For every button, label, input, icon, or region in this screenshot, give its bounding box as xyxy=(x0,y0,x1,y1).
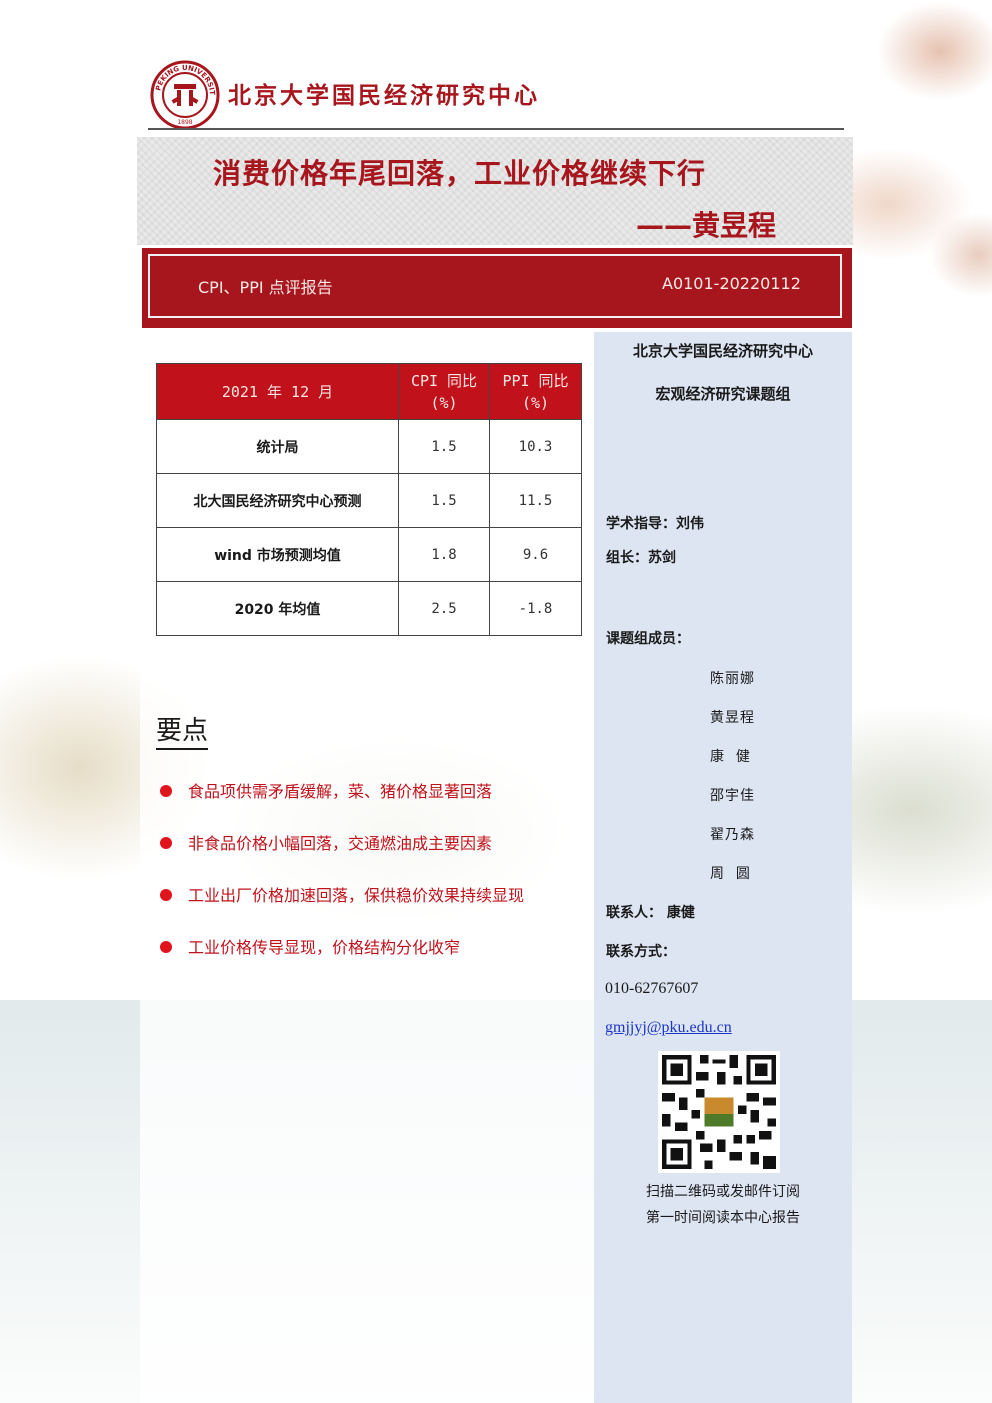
table-header-row: 2021 年 12 月 CPI 同比 (%) PPI 同比 (%) xyxy=(156,363,582,420)
sidebar-member: 邵宇佳 xyxy=(710,788,755,804)
sidebar-member: 周 圆 xyxy=(710,866,751,882)
table-row: 北大国民经济研究中心预测 1.5 11.5 xyxy=(156,473,582,528)
cpi-value: 1.5 xyxy=(398,473,490,528)
table-header-period: 2021 年 12 月 xyxy=(156,363,399,420)
bullet-dot-icon xyxy=(160,940,172,953)
cpi-value: 2.5 xyxy=(398,581,490,636)
report-code: A0101-20220112 xyxy=(662,274,801,293)
sidebar-leader: 组长：苏剑 xyxy=(606,550,676,566)
ppi-value: 9.6 xyxy=(489,527,582,582)
pku-seal-logo-icon: PEKING UNIVERSITY 1898 xyxy=(150,60,220,130)
key-point: 工业出厂价格加速回落，保供稳价效果持续显现 xyxy=(160,882,524,906)
row-label: 北大国民经济研究中心预测 xyxy=(156,473,399,528)
cpi-value: 1.5 xyxy=(398,419,490,474)
svg-text:1898: 1898 xyxy=(177,119,192,126)
ppi-value: 11.5 xyxy=(489,473,582,528)
cpi-value: 1.8 xyxy=(398,527,490,582)
sidebar-group: 宏观经济研究课题组 xyxy=(655,385,791,403)
table-row: 2020 年均值 2.5 -1.8 xyxy=(156,581,582,636)
bullet-dot-icon xyxy=(160,888,172,901)
org-title: 北京大学国民经济研究中心 xyxy=(228,82,540,109)
sidebar-member: 陈丽娜 xyxy=(710,671,755,687)
sidebar-contact: 联系人： 康健 xyxy=(606,905,695,921)
row-label: wind 市场预测均值 xyxy=(156,527,399,582)
report-title: 消费价格年尾回落，工业价格继续下行 xyxy=(213,157,707,190)
key-points-heading: 要点 xyxy=(156,710,209,750)
ppi-value: -1.8 xyxy=(489,581,582,636)
report-type: CPI、PPI 点评报告 xyxy=(198,278,333,297)
bullet-dot-icon xyxy=(160,836,172,849)
sidebar-scan-line1: 扫描二维码或发邮件订阅 xyxy=(646,1184,800,1200)
sidebar-contact-method: 联系方式： xyxy=(606,944,676,960)
report-author: ——黄昱程 xyxy=(635,209,776,242)
cpi-ppi-table: 2021 年 12 月 CPI 同比 (%) PPI 同比 (%) 统计局 1.5 … xyxy=(156,363,582,636)
sidebar-member: 黄昱程 xyxy=(710,710,755,726)
sidebar-member: 康 健 xyxy=(710,749,751,765)
key-point: 食品项供需矛盾缓解，菜、猪价格显著回落 xyxy=(160,778,492,802)
table-header-ppi: PPI 同比 (%) xyxy=(489,363,582,420)
key-point: 工业价格传导显现，价格结构分化收窄 xyxy=(160,934,460,958)
sidebar-scan-line2: 第一时间阅读本中心报告 xyxy=(646,1210,800,1226)
qr-code-icon[interactable] xyxy=(658,1051,780,1173)
sidebar-email-link[interactable]: gmjjyj@pku.edu.cn xyxy=(605,1019,732,1037)
sidebar-members-label: 课题组成员： xyxy=(606,631,690,647)
key-point: 非食品价格小幅回落，交通燃油成主要因素 xyxy=(160,830,492,854)
header-divider xyxy=(148,128,844,130)
row-label: 统计局 xyxy=(156,419,399,474)
sidebar-org: 北京大学国民经济研究中心 xyxy=(632,342,813,360)
table-header-cpi: CPI 同比 (%) xyxy=(398,363,490,420)
sidebar-phone: 010-62767607 xyxy=(605,980,699,997)
ppi-value: 10.3 xyxy=(489,419,582,474)
table-row: wind 市场预测均值 1.8 9.6 xyxy=(156,527,582,582)
row-label: 2020 年均值 xyxy=(156,581,399,636)
sidebar-member: 翟乃森 xyxy=(710,827,755,843)
bullet-dot-icon xyxy=(160,784,172,797)
sidebar-advisor: 学术指导：刘伟 xyxy=(606,516,704,532)
table-row: 统计局 1.5 10.3 xyxy=(156,419,582,474)
